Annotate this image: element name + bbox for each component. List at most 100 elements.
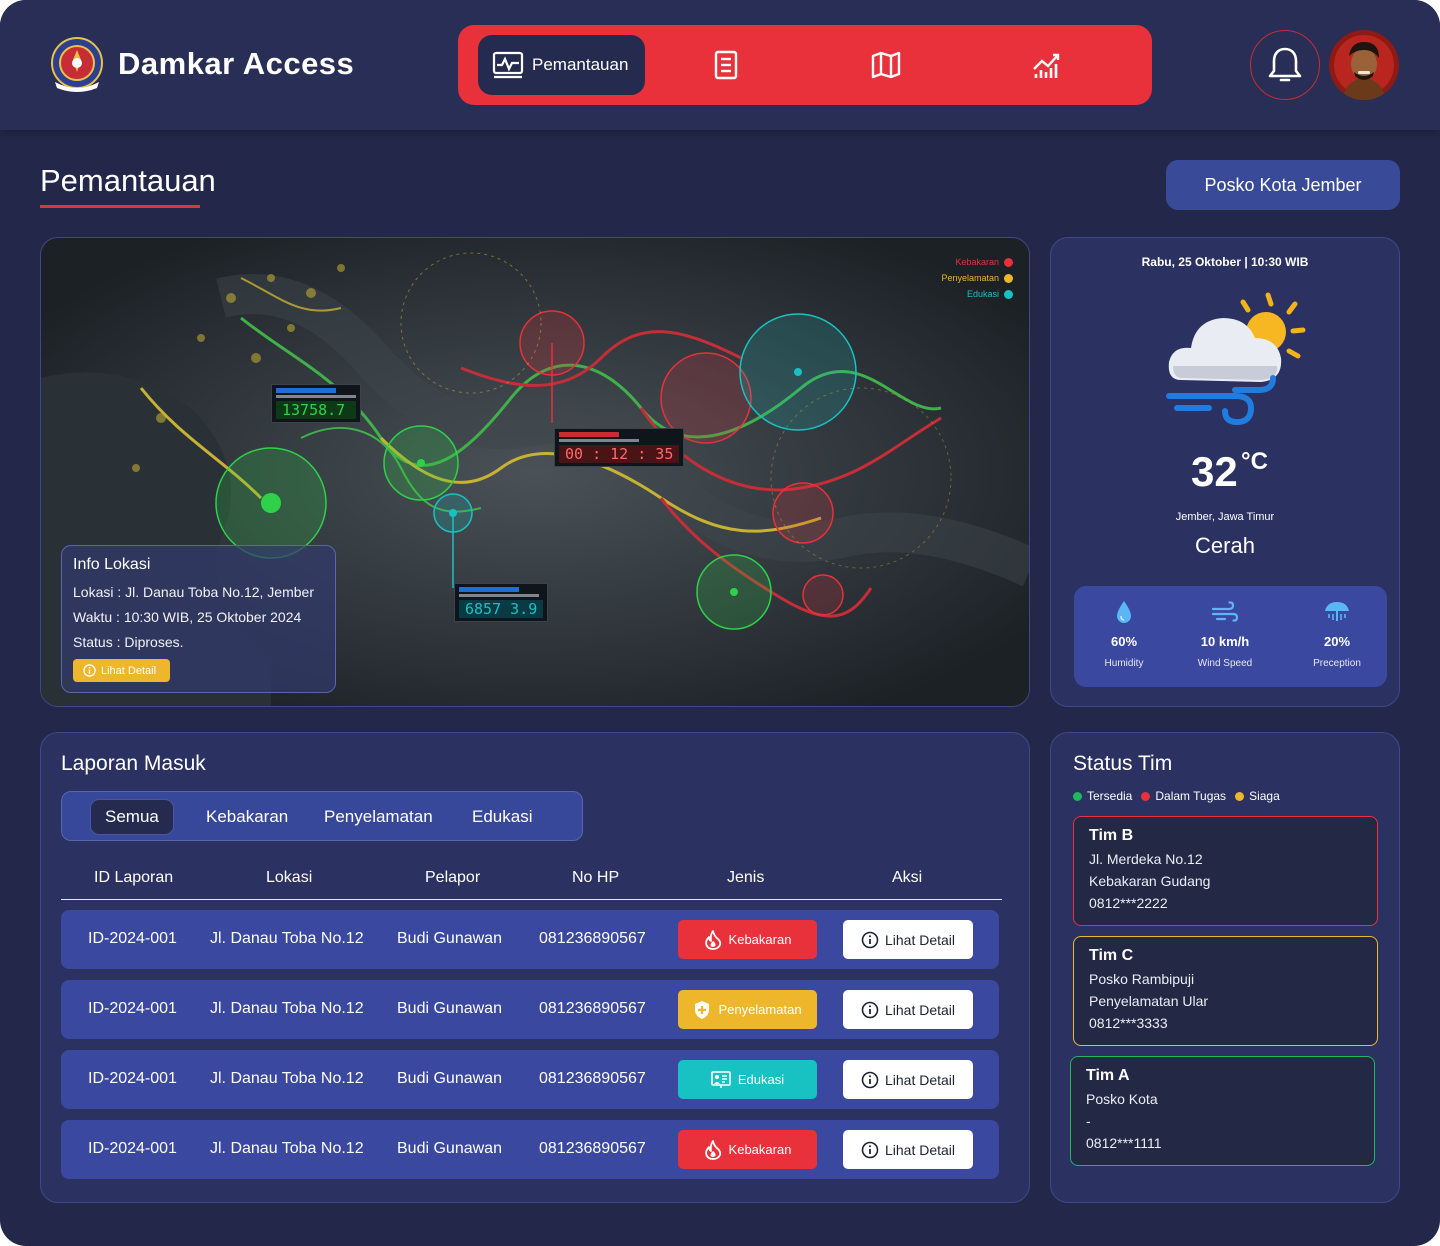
info-icon	[861, 1001, 879, 1018]
table-row[interactable]: ID-2024-001 Jl. Danau Toba No.12 Budi Gu…	[61, 1050, 999, 1109]
legend-label: Kebakaran	[955, 257, 999, 267]
weather-stat-precipitation: 20% Preception	[1287, 586, 1387, 669]
table-row[interactable]: ID-2024-001 Jl. Danau Toba No.12 Budi Gu…	[61, 910, 999, 969]
cell-id: ID-2024-001	[88, 1140, 177, 1157]
team-card-tim-b[interactable]: Tim B Jl. Merdeka No.12 Kebakaran Gudang…	[1073, 816, 1378, 926]
wind-label: Wind Speed	[1197, 658, 1253, 669]
view-detail-label: Lihat Detail	[884, 1071, 956, 1088]
cell-id: ID-2024-001	[88, 1070, 177, 1087]
team-location: Posko Rambipuji	[1089, 971, 1195, 987]
cell-pelapor: Budi Gunawan	[397, 1000, 502, 1017]
cell-pelapor: Budi Gunawan	[397, 1070, 502, 1087]
wind-value: 10 km/h	[1200, 634, 1250, 649]
cell-id: ID-2024-001	[88, 1000, 177, 1017]
water-drop-icon	[1117, 601, 1131, 623]
partly-cloudy-windy-icon	[1166, 292, 1306, 426]
status-label-tersedia: Tersedia	[1087, 789, 1133, 803]
team-status-title: Status Tim	[1073, 752, 1173, 775]
legend-item: Penyelamatan	[941, 270, 1013, 286]
info-time: Waktu : 10:30 WIB, 25 Oktober 2024	[73, 609, 302, 625]
info-detail-label: Lihat Detail	[101, 664, 157, 677]
weather-location: Jember, Jawa Timur	[1175, 511, 1275, 523]
legend-dot	[1004, 273, 1013, 283]
column-header-pelapor[interactable]: Pelapor	[425, 869, 480, 887]
view-detail-button[interactable]: Lihat Detail	[843, 920, 973, 959]
jenis-label: Kebakaran	[728, 932, 792, 947]
filter-tab-penyelamatan[interactable]: Penyelamatan	[324, 799, 433, 835]
team-phone: 0812***2222	[1089, 895, 1168, 911]
jenis-badge-kebakaran[interactable]: Kebakaran	[678, 1130, 817, 1169]
cell-lokasi: Jl. Danau Toba No.12	[210, 1070, 364, 1087]
humidity-value: 60%	[1110, 634, 1138, 649]
app-frame: Damkar Access Pemantauan Pemantauan Posk…	[0, 0, 1440, 1246]
jenis-badge-edukasi[interactable]: Edukasi	[678, 1060, 817, 1099]
column-header-aksi[interactable]: Aksi	[892, 869, 922, 887]
column-header-id[interactable]: ID Laporan	[94, 869, 173, 887]
map-icon[interactable]	[870, 49, 902, 81]
map-legend: Kebakaran Penyelamatan Edukasi	[941, 254, 1013, 302]
cell-pelapor: Budi Gunawan	[397, 930, 502, 947]
title-underline	[40, 205, 200, 208]
info-detail-button[interactable]: Lihat Detail	[73, 659, 171, 682]
sensor-caption	[459, 594, 539, 597]
filter-tab-kebakaran[interactable]: Kebakaran	[206, 799, 288, 835]
top-bar: Damkar Access Pemantauan	[0, 0, 1440, 130]
analytics-icon[interactable]	[1030, 49, 1062, 81]
weather-date: Rabu, 25 Oktober | 10:30 WIB	[1141, 255, 1309, 269]
cell-no-hp: 081236890567	[539, 1070, 646, 1087]
wind-icon	[1211, 601, 1239, 622]
nav-tab-pemantauan[interactable]: Pemantauan	[478, 35, 645, 95]
team-status-legend: Tersedia Dalam Tugas Siaga	[1073, 789, 1280, 803]
cell-no-hp: 081236890567	[539, 1140, 646, 1157]
team-card-tim-c[interactable]: Tim C Posko Rambipuji Penyelamatan Ular …	[1073, 936, 1378, 1046]
column-header-lokasi[interactable]: Lokasi	[266, 869, 312, 887]
column-header-jenis[interactable]: Jenis	[727, 869, 764, 887]
view-detail-button[interactable]: Lihat Detail	[843, 990, 973, 1029]
main-nav: Pemantauan	[458, 25, 1152, 105]
jenis-label: Kebakaran	[728, 1142, 792, 1157]
user-avatar[interactable]	[1329, 30, 1399, 100]
weather-temperature: 32	[1191, 448, 1238, 495]
report-filter-tabs: Semua Kebakaran Penyelamatan Edukasi	[61, 791, 583, 841]
view-detail-button[interactable]: Lihat Detail	[843, 1060, 973, 1099]
jenis-badge-penyelamatan[interactable]: Penyelamatan	[678, 990, 817, 1029]
table-row[interactable]: ID-2024-001 Jl. Danau Toba No.12 Budi Gu…	[61, 1120, 999, 1179]
view-detail-button[interactable]: Lihat Detail	[843, 1130, 973, 1169]
jenis-badge-kebakaran[interactable]: Kebakaran	[678, 920, 817, 959]
nav-tab-label: Pemantauan	[532, 55, 629, 74]
view-detail-label: Lihat Detail	[884, 1141, 956, 1158]
status-dot-tersedia	[1073, 791, 1082, 801]
document-icon[interactable]	[710, 49, 742, 81]
cell-no-hp: 081236890567	[539, 1000, 646, 1017]
posko-button[interactable]: Posko Kota Jember	[1166, 160, 1400, 210]
info-location: Lokasi : Jl. Danau Toba No.12, Jember	[73, 584, 314, 600]
notification-button[interactable]	[1250, 30, 1320, 100]
team-name: Tim C	[1089, 947, 1134, 964]
page-title: Pemantauan	[40, 163, 216, 198]
weather-stat-wind: 10 km/h Wind Speed	[1175, 586, 1275, 669]
status-label-siaga: Siaga	[1249, 789, 1280, 803]
app-title: Damkar Access	[118, 46, 355, 81]
filter-tab-edukasi[interactable]: Edukasi	[472, 799, 532, 835]
legend-dot	[1004, 257, 1013, 267]
sensor-caption	[559, 439, 639, 442]
sensor-panel-green[interactable]: 13758.7	[271, 384, 361, 423]
team-task: Penyelamatan Ular	[1089, 993, 1209, 1009]
table-row[interactable]: ID-2024-001 Jl. Danau Toba No.12 Budi Gu…	[61, 980, 999, 1039]
team-status-panel: Status Tim Tersedia Dalam Tugas Siaga Ti…	[1050, 732, 1400, 1203]
monitoring-map[interactable]: Kebakaran Penyelamatan Edukasi 13758.7 0…	[40, 237, 1030, 707]
team-card-tim-a[interactable]: Tim A Posko Kota - 0812***1111	[1070, 1056, 1375, 1166]
filter-tab-semua[interactable]: Semua	[90, 799, 174, 835]
umbrella-rain-icon	[1325, 602, 1349, 621]
info-icon	[861, 1141, 879, 1158]
info-title: Info Lokasi	[73, 556, 151, 573]
weather-stats: 60% Humidity 10 km/h Wind Speed 20% Prec…	[1074, 586, 1387, 687]
column-header-no-hp[interactable]: No HP	[572, 869, 619, 887]
legend-dot	[1004, 289, 1013, 299]
legend-item: Kebakaran	[941, 254, 1013, 270]
cell-lokasi: Jl. Danau Toba No.12	[210, 1000, 364, 1017]
sensor-panel-cyan[interactable]: 6857 3.9	[454, 583, 549, 622]
sensor-panel-red[interactable]: 00 : 12 : 35	[554, 428, 685, 467]
team-location: Posko Kota	[1086, 1091, 1158, 1107]
jenis-label: Penyelamatan	[718, 1002, 802, 1017]
